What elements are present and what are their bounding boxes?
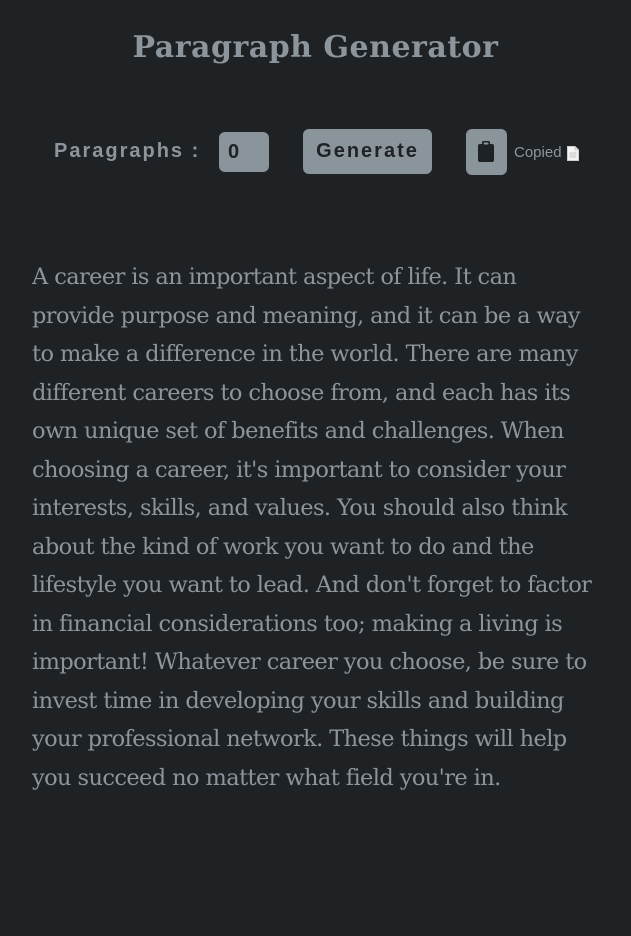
document-icon [567, 146, 579, 161]
generate-button[interactable]: Generate [303, 129, 432, 174]
paragraph-generator-app: Paragraph Generator Paragraphs : Generat… [0, 0, 631, 936]
copy-button[interactable] [466, 129, 507, 175]
generated-paragraph: A career is an important aspect of life.… [32, 264, 592, 791]
page-title: Paragraph Generator [132, 30, 499, 65]
clipboard-icon [478, 141, 494, 162]
controls-bar: Paragraphs : Generate Copied [0, 129, 631, 175]
copied-status: Copied [514, 144, 562, 161]
paragraph-count-input[interactable] [219, 132, 269, 172]
paragraphs-label: Paragraphs : [54, 140, 201, 162]
